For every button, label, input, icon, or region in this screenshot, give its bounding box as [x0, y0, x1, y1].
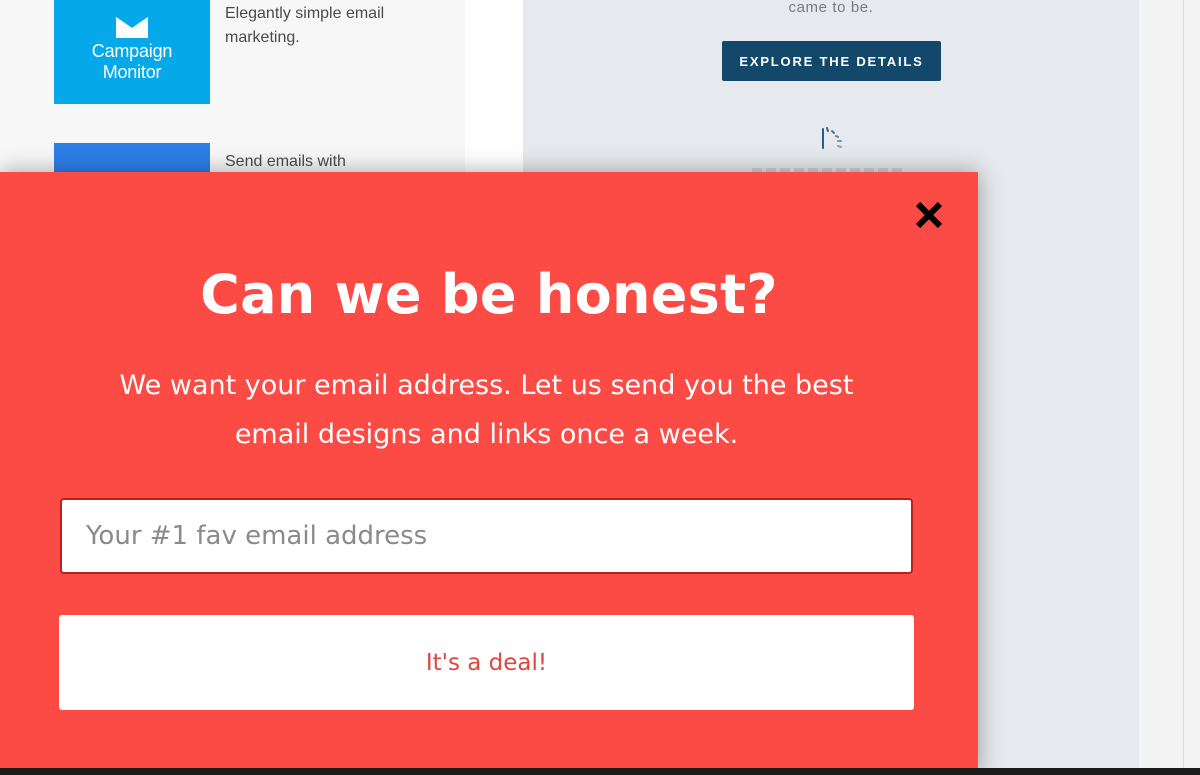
scrollbar-track[interactable] — [1183, 0, 1184, 775]
campaign-monitor-logo[interactable]: Campaign Monitor — [54, 0, 210, 104]
popup-body-text: We want your email address. Let us send … — [119, 370, 854, 450]
its-a-deal-button[interactable]: It's a deal! — [59, 615, 914, 710]
logo-text-line-1: Campaign — [91, 41, 173, 61]
explore-details-button[interactable]: EXPLORE THE DETAILS — [722, 41, 941, 81]
popup-title: Can we be honest? — [200, 263, 778, 326]
close-icon — [915, 201, 943, 229]
campaign-monitor-description: Elegantly simple email marketing. — [225, 5, 385, 46]
logo-text-line-2: Monitor — [102, 62, 162, 82]
email-input[interactable] — [60, 498, 913, 574]
second-listing-description: Send emails with — [225, 153, 346, 170]
far-right-margin — [1139, 0, 1200, 775]
envelope-icon — [116, 16, 148, 38]
close-button[interactable] — [912, 198, 946, 232]
window-bottom-edge — [0, 768, 1200, 775]
spinner-icon — [822, 127, 842, 149]
feature-tagline: came to be. — [788, 0, 874, 16]
